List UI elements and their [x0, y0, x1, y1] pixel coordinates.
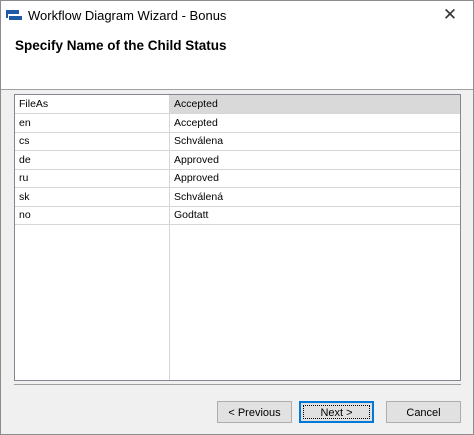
status-name-cell[interactable]: Approved — [170, 151, 460, 169]
wizard-window: Workflow Diagram Wizard - Bonus ✕ Specif… — [0, 0, 474, 435]
translation-grid: FileAs Accepted en Accepted cs Schválena de App… — [14, 94, 461, 381]
table-row[interactable]: no Godtatt — [15, 206, 460, 225]
language-key-cell[interactable]: FileAs — [15, 95, 170, 113]
cancel-button[interactable]: Cancel — [386, 401, 461, 423]
language-key-cell[interactable]: no — [15, 206, 170, 224]
language-key-cell[interactable]: cs — [15, 132, 170, 150]
next-button[interactable]: Next > — [299, 401, 374, 423]
close-icon: ✕ — [442, 5, 458, 24]
window-title: Workflow Diagram Wizard - Bonus — [28, 8, 227, 23]
status-name-cell[interactable]: Accepted — [170, 114, 460, 132]
language-key-cell[interactable]: en — [15, 113, 170, 132]
table-row[interactable]: en Accepted — [15, 113, 460, 133]
table-row[interactable]: de Approved — [15, 150, 460, 170]
previous-button[interactable]: < Previous — [217, 401, 292, 423]
table-row[interactable]: FileAs Accepted — [15, 95, 460, 114]
status-name-cell[interactable]: Accepted — [170, 95, 460, 113]
language-key-cell[interactable]: sk — [15, 187, 170, 206]
language-key-cell[interactable]: ru — [15, 169, 170, 187]
status-name-cell[interactable]: Approved — [170, 169, 460, 187]
title-bar[interactable]: Workflow Diagram Wizard - Bonus ✕ — [1, 1, 473, 31]
table-row[interactable]: sk Schválená — [15, 187, 460, 207]
wizard-header: Specify Name of the Child Status — [1, 31, 473, 90]
status-name-cell[interactable]: Godtatt — [170, 206, 460, 224]
page-title: Specify Name of the Child Status — [15, 38, 227, 53]
table-row[interactable]: ru Approved — [15, 169, 460, 188]
footer-separator — [14, 384, 461, 385]
table-row[interactable]: cs Schválena — [15, 132, 460, 151]
status-name-cell[interactable]: Schválená — [170, 188, 460, 206]
status-name-cell[interactable]: Schválena — [170, 132, 460, 150]
language-key-cell[interactable]: de — [15, 150, 170, 169]
focus-rect — [303, 405, 370, 419]
workflow-app-icon — [6, 10, 22, 20]
close-button[interactable]: ✕ — [433, 3, 467, 27]
